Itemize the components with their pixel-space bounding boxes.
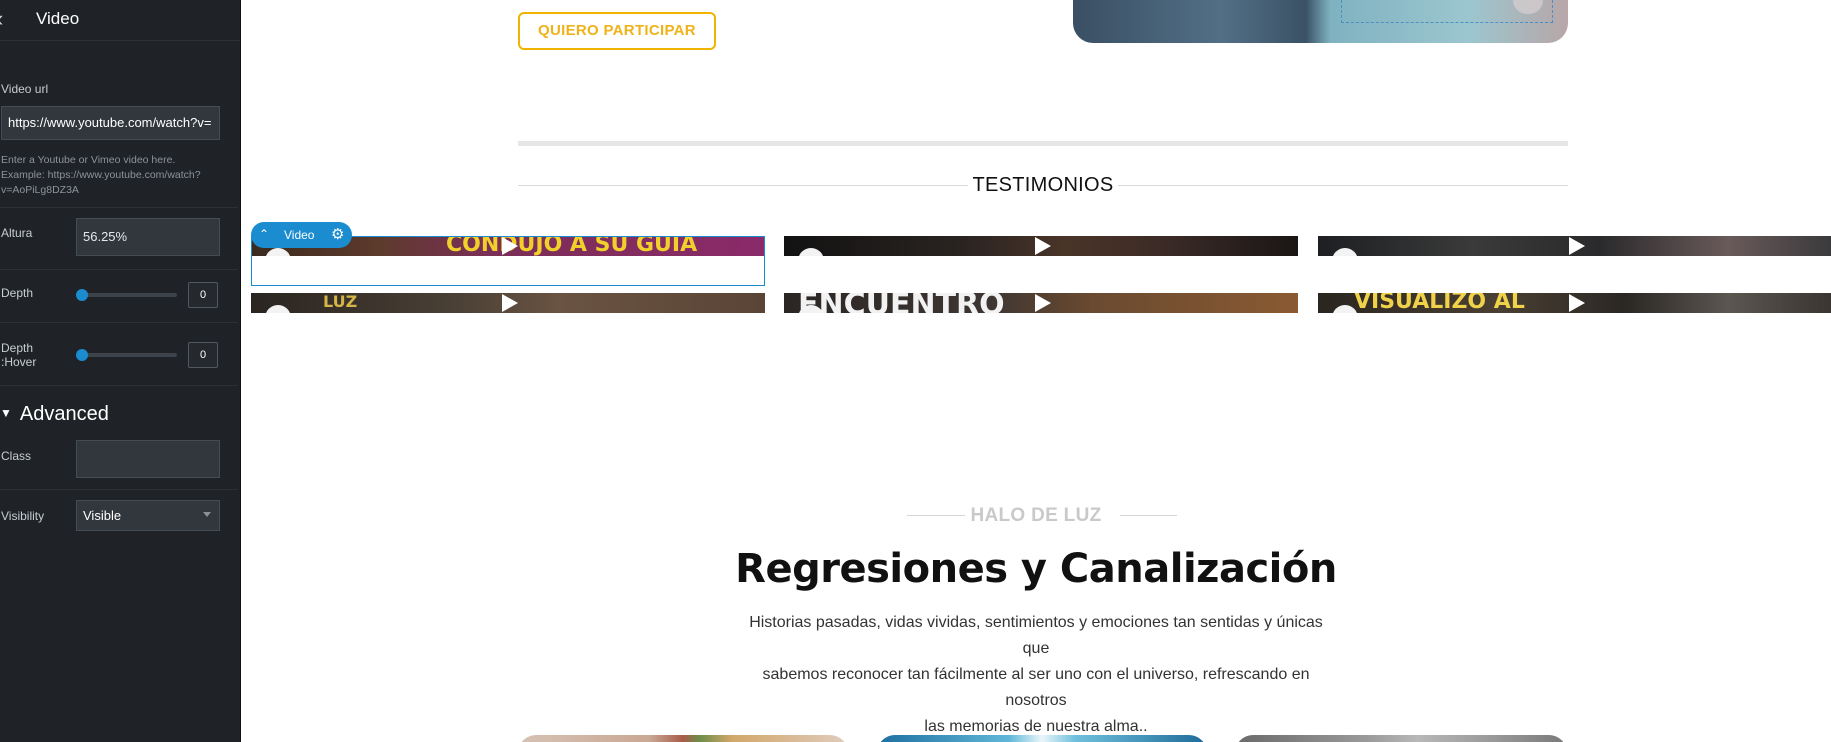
service-card-image-2[interactable] bbox=[877, 735, 1207, 742]
depth-hover-slider-handle[interactable] bbox=[76, 349, 88, 361]
depth-label: Depth bbox=[1, 286, 34, 300]
description-line: Historias pasadas, vidas vividas, sentim… bbox=[749, 614, 1323, 657]
section-description: Historias pasadas, vidas vividas, sentim… bbox=[736, 610, 1336, 740]
chevron-down-icon bbox=[203, 512, 211, 517]
thumbnail-text: LUZ bbox=[323, 293, 358, 311]
class-input[interactable] bbox=[76, 440, 220, 478]
help-line: Enter a Youtube or Vimeo video here. bbox=[1, 154, 176, 166]
play-icon[interactable] bbox=[502, 294, 518, 312]
service-card-image-3[interactable] bbox=[1235, 735, 1567, 742]
depth-slider[interactable] bbox=[76, 293, 177, 297]
height-label: Altura bbox=[1, 226, 33, 240]
depth-value[interactable]: 0 bbox=[188, 282, 218, 308]
section-heading: Regresiones y Canalización bbox=[735, 546, 1337, 592]
element-settings-panel: ‹ Video Video url https://www.youtube.co… bbox=[0, 0, 241, 742]
visibility-label: Visibility bbox=[1, 509, 45, 523]
advanced-label: Advanced bbox=[19, 403, 109, 425]
video-element-toolbar[interactable]: ⌃ Video ⚙ bbox=[251, 222, 352, 248]
depth-hover-label-line: :Hover bbox=[1, 355, 37, 369]
video-url-help: Enter a Youtube or Vimeo video here. Exa… bbox=[1, 153, 221, 198]
divider bbox=[0, 489, 238, 490]
video-url-label: Video url bbox=[1, 82, 49, 96]
play-icon[interactable] bbox=[1035, 237, 1051, 255]
participate-button[interactable]: QUIERO PARTICIPAR bbox=[518, 12, 716, 50]
depth-hover-slider[interactable] bbox=[76, 353, 177, 357]
depth-slider-handle[interactable] bbox=[76, 289, 88, 301]
help-line: v=AoPiLg8DZ3A bbox=[1, 184, 79, 196]
height-input[interactable]: 56.25% bbox=[76, 218, 220, 256]
depth-hover-label: Depth :Hover bbox=[1, 341, 36, 369]
divider bbox=[0, 385, 238, 386]
visibility-select[interactable]: Visible bbox=[76, 500, 220, 531]
video-url-input[interactable]: https://www.youtube.com/watch?v= bbox=[1, 106, 220, 140]
caret-down-icon: ▼ bbox=[0, 406, 12, 420]
chevron-up-icon[interactable]: ⌃ bbox=[259, 227, 269, 241]
video-embed-3[interactable] bbox=[1318, 236, 1831, 256]
thumbnail-text: VISUALIZO AL bbox=[1354, 293, 1525, 313]
play-icon[interactable] bbox=[1035, 294, 1051, 312]
element-type-label: Video bbox=[284, 228, 315, 242]
divider bbox=[0, 207, 238, 208]
panel-header: ‹ Video bbox=[0, 0, 240, 41]
divider bbox=[0, 269, 238, 270]
video-embed-2[interactable] bbox=[784, 236, 1298, 256]
video-embed-6[interactable]: VISUALIZO AL bbox=[1318, 293, 1831, 313]
help-line: Example: https://www.youtube.com/watch? bbox=[1, 169, 201, 181]
section-kicker: HALO DE LUZ bbox=[970, 505, 1102, 526]
visibility-selected-value: Visible bbox=[83, 508, 122, 523]
thumbnail-text: ENCUENTRO bbox=[798, 293, 1005, 313]
video-embed-4[interactable]: LUZ bbox=[251, 293, 765, 313]
play-icon[interactable] bbox=[1569, 237, 1585, 255]
video-embed-5[interactable]: ENCUENTRO bbox=[784, 293, 1298, 313]
panel-title: Video bbox=[36, 9, 80, 28]
class-label: Class bbox=[1, 449, 32, 463]
chevron-left-icon[interactable]: ‹ bbox=[0, 6, 3, 32]
play-icon[interactable] bbox=[1569, 294, 1585, 312]
divider bbox=[0, 322, 238, 323]
advanced-section-toggle[interactable]: ▼ Advanced bbox=[0, 403, 109, 426]
section-divider bbox=[518, 141, 1568, 146]
depth-hover-label-line: Depth bbox=[1, 341, 34, 355]
depth-hover-value[interactable]: 0 bbox=[188, 342, 218, 368]
service-card-image-1[interactable] bbox=[518, 735, 848, 742]
description-line: sabemos reconocer tan fácilmente al ser … bbox=[762, 666, 1310, 709]
testimonios-title: TESTIMONIOS bbox=[972, 174, 1114, 196]
page-canvas: QUIERO PARTICIPAR TESTIMONIOS CONDUJO A … bbox=[241, 0, 1831, 742]
hero-image bbox=[1073, 0, 1568, 43]
testimonios-heading: TESTIMONIOS bbox=[518, 172, 1568, 198]
gear-icon[interactable]: ⚙ bbox=[331, 225, 344, 243]
